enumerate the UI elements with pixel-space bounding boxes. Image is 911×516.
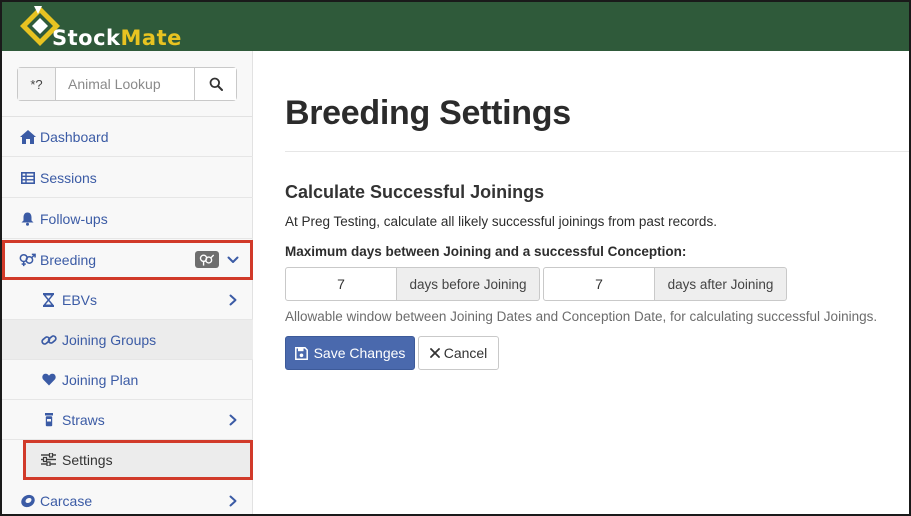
divider <box>285 151 909 152</box>
cancel-label: Cancel <box>443 345 488 361</box>
sidebar-item-settings[interactable]: Settings <box>23 440 253 480</box>
wildcard-toggle[interactable]: *? <box>18 68 56 100</box>
sidebar-item-label: Breeding <box>40 251 97 268</box>
days-before-group: days before Joining <box>285 267 540 301</box>
sidebar-item-joining-groups[interactable]: Joining Groups <box>2 320 253 360</box>
save-icon <box>294 346 308 360</box>
vial-icon <box>44 412 53 426</box>
table-icon <box>20 171 35 184</box>
save-changes-button[interactable]: Save Changes <box>285 336 415 370</box>
chevron-down-icon[interactable] <box>227 253 239 267</box>
sidebar-item-label: Carcase <box>40 492 93 509</box>
steak-icon <box>20 494 35 507</box>
animal-lookup: *? <box>17 67 237 101</box>
sidebar-item-joining-plan[interactable]: Joining Plan <box>2 360 253 400</box>
sidebar-item-straws[interactable]: Straws <box>2 400 253 440</box>
days-after-input[interactable] <box>543 267 655 301</box>
search-button[interactable] <box>194 68 236 100</box>
sidebar-item-label: Joining Groups <box>62 331 157 348</box>
top-bar: StockMate <box>2 2 909 51</box>
days-before-addon: days before Joining <box>397 267 540 301</box>
field-label: Maximum days between Joining and a succe… <box>285 244 687 259</box>
chevron-right-icon <box>229 294 237 306</box>
sidebar-item-label: Follow-ups <box>40 210 108 227</box>
bell-icon <box>21 212 34 226</box>
chevron-right-icon <box>229 414 237 426</box>
sidebar-item-follow-ups[interactable]: Follow-ups <box>2 199 253 239</box>
sliders-icon <box>41 453 56 466</box>
sidebar-item-ebvs[interactable]: EBVs <box>2 280 253 320</box>
sidebar-item-breeding[interactable]: Breeding <box>2 240 253 280</box>
gender-icon <box>19 253 36 266</box>
brand-part-2: Mate <box>120 26 182 50</box>
cancel-button[interactable]: Cancel <box>418 336 499 370</box>
days-after-addon: days after Joining <box>655 267 787 301</box>
sidebar-item-sessions[interactable]: Sessions <box>2 158 253 198</box>
sidebar-item-label: Sessions <box>40 169 97 186</box>
sidebar-item-label: Joining Plan <box>62 371 139 388</box>
sidebar-item-carcase[interactable]: Carcase <box>2 481 253 514</box>
section-description: At Preg Testing, calculate all likely su… <box>285 214 717 229</box>
animal-lookup-input[interactable] <box>56 68 194 100</box>
link-icon <box>40 334 57 345</box>
days-after-group: days after Joining <box>543 267 787 301</box>
search-icon <box>209 77 223 91</box>
app-window: StockMate *? Dashboard Sessions Follow-u… <box>0 0 911 516</box>
brand-part-1: Stock <box>52 26 121 50</box>
home-icon <box>19 129 36 144</box>
wildcard-label: *? <box>30 76 43 92</box>
chevron-right-icon <box>229 495 237 507</box>
breeding-badge <box>195 251 219 268</box>
sidebar-item-label: Dashboard <box>40 128 109 145</box>
save-changes-label: Save Changes <box>313 345 406 361</box>
sidebar-item-dashboard[interactable]: Dashboard <box>2 117 253 157</box>
heart-icon <box>41 373 56 386</box>
close-icon <box>429 348 440 358</box>
sidebar-item-label: Straws <box>62 411 105 428</box>
hourglass-icon <box>43 292 54 307</box>
page-title: Breeding Settings <box>285 94 571 132</box>
sidebar: *? Dashboard Sessions Follow-ups Breedin… <box>2 51 253 514</box>
help-text: Allowable window between Joining Dates a… <box>285 309 878 324</box>
main-content: Breeding Settings Calculate Successful J… <box>254 51 909 514</box>
days-before-input[interactable] <box>285 267 397 301</box>
gender-icon <box>199 254 215 266</box>
section-title: Calculate Successful Joinings <box>285 182 545 202</box>
sidebar-item-label: EBVs <box>62 291 98 308</box>
brand-name[interactable]: StockMate <box>52 26 182 50</box>
sidebar-item-label: Settings <box>62 451 113 468</box>
